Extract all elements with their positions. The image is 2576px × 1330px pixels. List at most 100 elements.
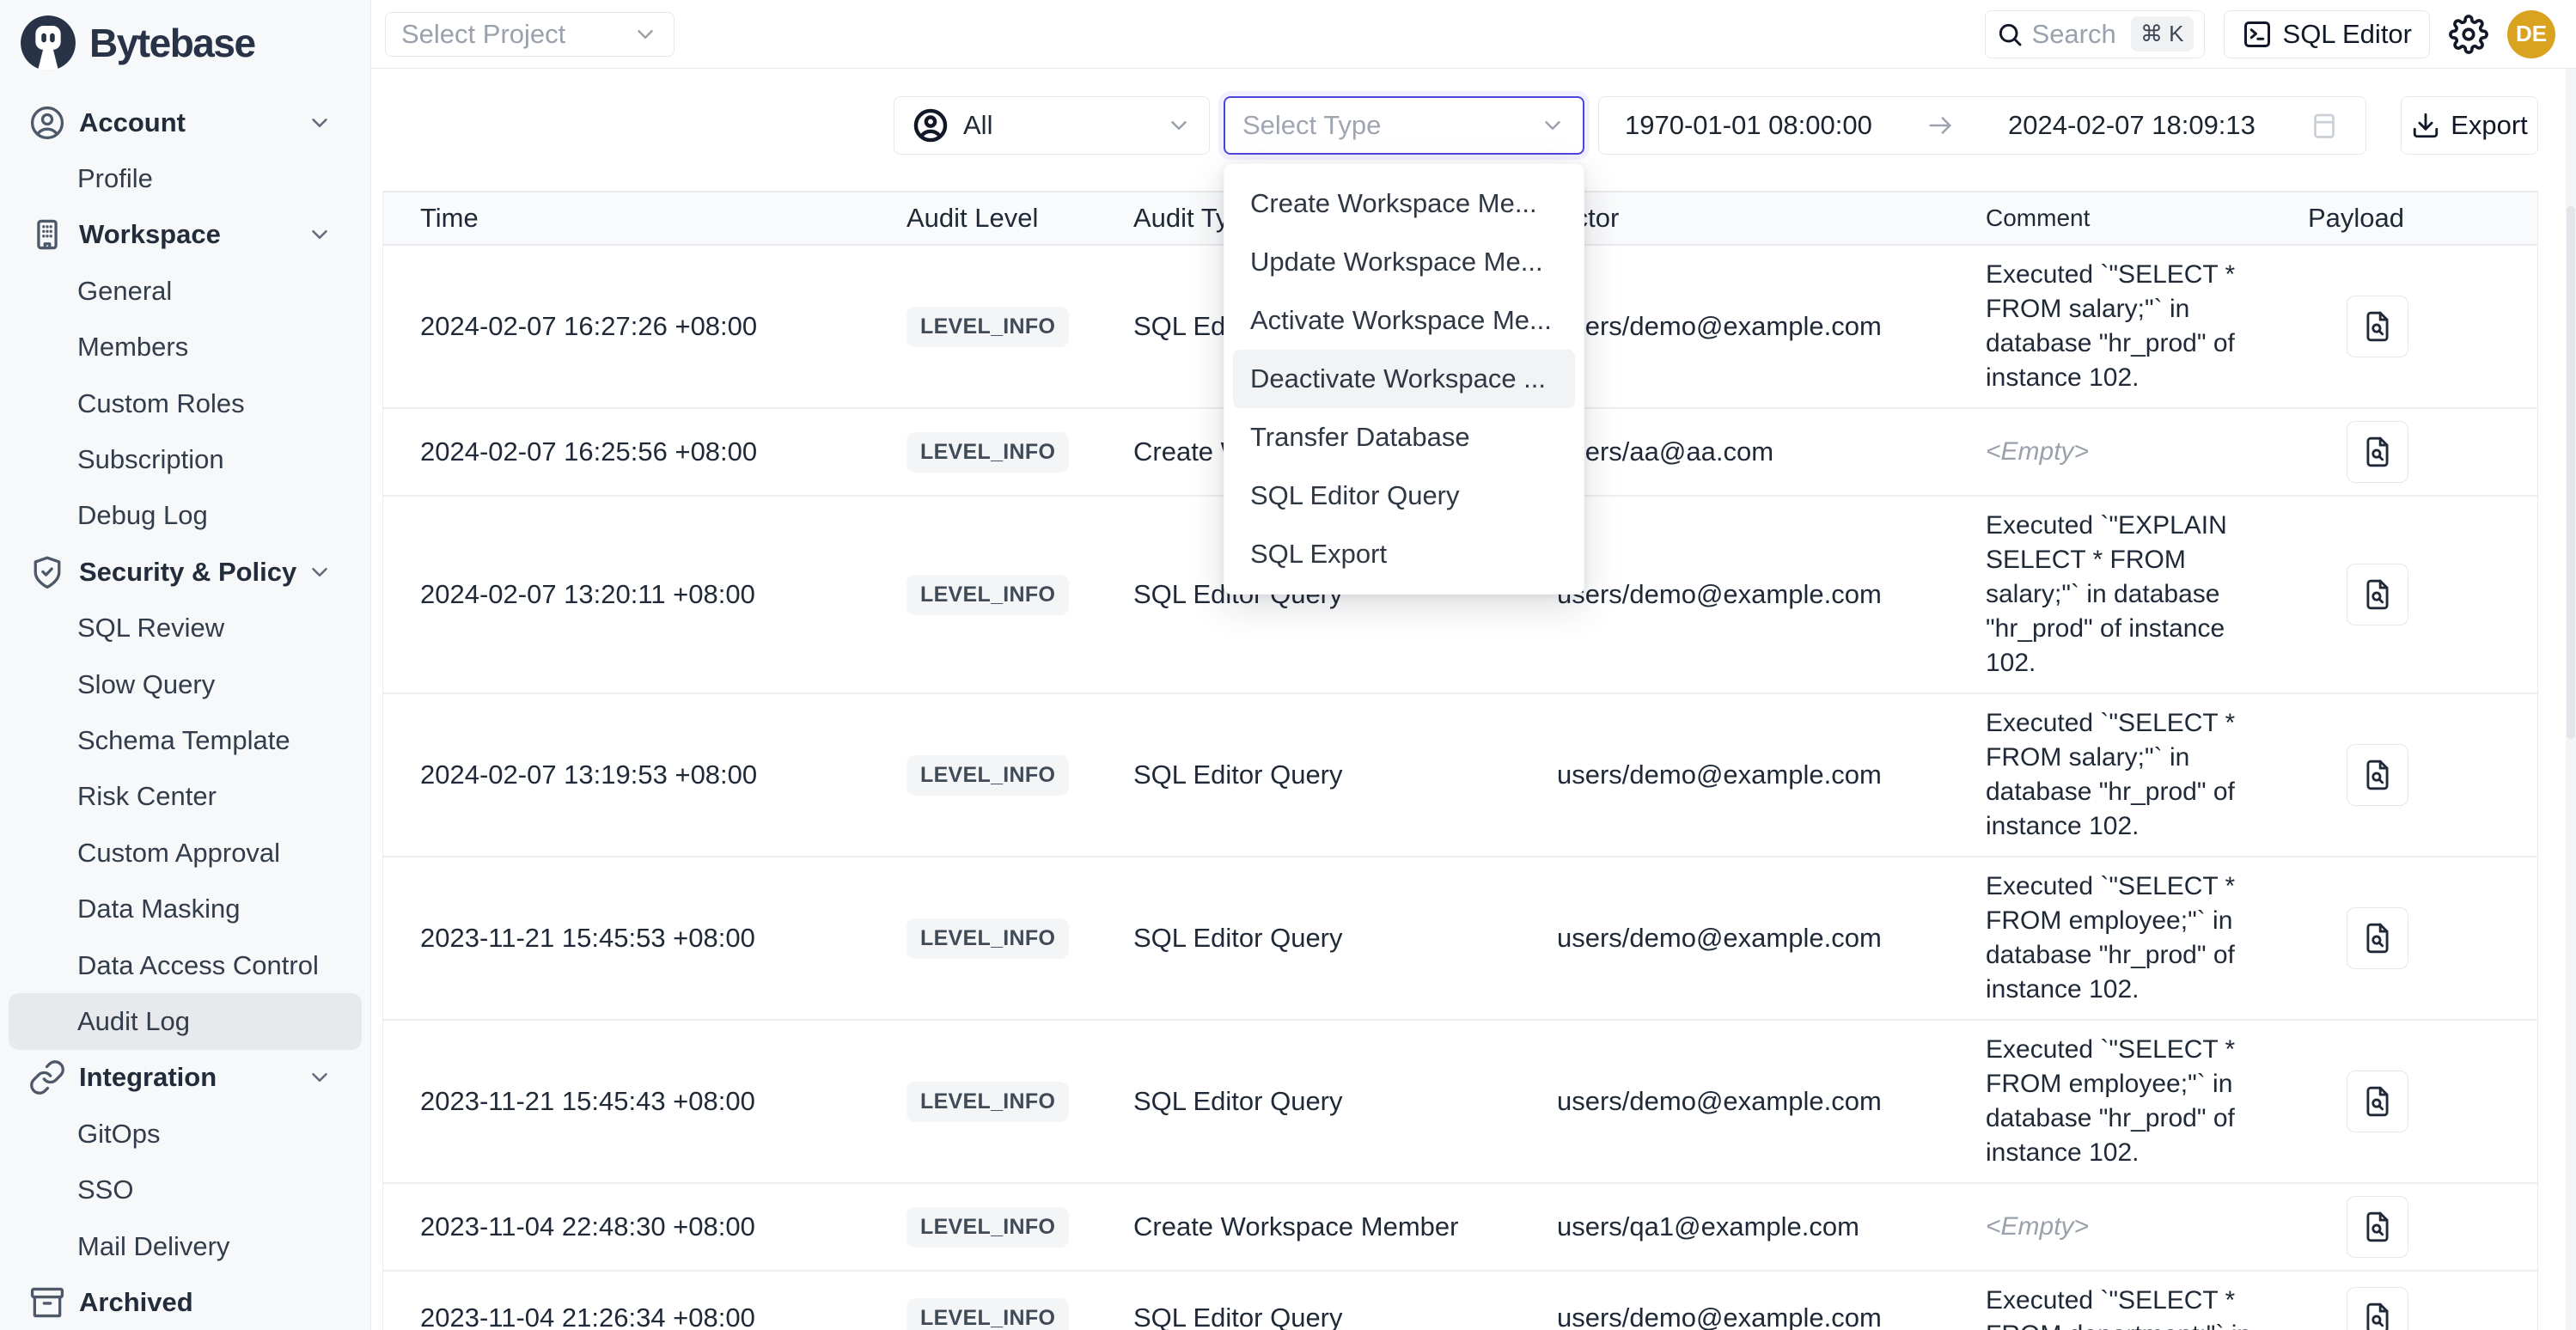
dropdown-option-sql-editor-query[interactable]: SQL Editor Query: [1233, 467, 1575, 525]
file-search-icon: [2361, 759, 2394, 791]
sidebar-item-schema-template[interactable]: Schema Template: [0, 712, 370, 768]
export-button[interactable]: Export: [2401, 96, 2538, 155]
column-header-actor: Actor: [1552, 203, 1977, 234]
file-search-icon: [2361, 436, 2394, 468]
sidebar-item-security-policy[interactable]: Security & Policy: [0, 544, 370, 600]
download-icon: [2411, 111, 2440, 140]
sidebar-item-debug-log[interactable]: Debug Log: [0, 488, 370, 544]
payload-view-button[interactable]: [2347, 1287, 2408, 1330]
table-row: 2023-11-21 15:45:43 +08:00 LEVEL_INFO SQ…: [383, 1021, 2537, 1184]
chevron-down-icon: [632, 21, 658, 47]
dropdown-option-deactivate-workspace-member[interactable]: Deactivate Workspace ...: [1233, 350, 1575, 408]
vertical-scrollbar[interactable]: [2566, 69, 2576, 1330]
sidebar-item-members[interactable]: Members: [0, 320, 370, 375]
chevron-down-icon: [307, 559, 333, 585]
sidebar-item-account[interactable]: Account: [0, 95, 370, 150]
logo[interactable]: Bytebase: [0, 0, 370, 70]
sidebar-item-custom-roles[interactable]: Custom Roles: [0, 375, 370, 431]
type-filter-placeholder: Select Type: [1242, 110, 1381, 141]
chevron-down-icon: [307, 1065, 333, 1090]
file-search-icon: [2361, 1085, 2394, 1118]
sidebar-item-subscription[interactable]: Subscription: [0, 431, 370, 487]
payload-view-button[interactable]: [2347, 296, 2408, 357]
topbar: Select Project Search ⌘ K SQL Editor DE: [371, 0, 2576, 69]
payload-view-button[interactable]: [2347, 564, 2408, 625]
search-icon: [1996, 21, 2024, 48]
sidebar-item-sql-review[interactable]: SQL Review: [0, 601, 370, 656]
sidebar-item-slow-query[interactable]: Slow Query: [0, 656, 370, 712]
sidebar-nav: Account Profile Workspace General Member…: [0, 95, 370, 1330]
sql-editor-button[interactable]: SQL Editor: [2224, 10, 2430, 58]
date-end: 2024-02-07 18:09:13: [2008, 110, 2256, 141]
level-badge: LEVEL_INFO: [906, 1207, 1069, 1248]
level-badge: LEVEL_INFO: [906, 918, 1069, 959]
archive-icon: [28, 1284, 66, 1321]
column-header-audit-level: Audit Level: [894, 203, 1126, 234]
sidebar-item-workspace[interactable]: Workspace: [0, 207, 370, 263]
level-badge: LEVEL_INFO: [906, 1082, 1069, 1122]
sidebar-item-profile[interactable]: Profile: [0, 150, 370, 206]
payload-view-button[interactable]: [2347, 744, 2408, 806]
file-search-icon: [2361, 310, 2394, 343]
sidebar-item-custom-approval[interactable]: Custom Approval: [0, 825, 370, 881]
level-badge: LEVEL_INFO: [906, 755, 1069, 796]
type-filter-select[interactable]: Select Type: [1224, 96, 1584, 155]
search-placeholder: Search: [2032, 19, 2116, 50]
chevron-down-icon: [1540, 113, 1566, 138]
terminal-icon: [2242, 19, 2273, 50]
chevron-down-icon: [307, 110, 333, 136]
payload-view-button[interactable]: [2347, 1071, 2408, 1132]
bytebase-app: Bytebase Account Profile Workspace Gener…: [0, 0, 2576, 1330]
project-select[interactable]: Select Project: [385, 12, 675, 57]
sidebar-item-data-access-control[interactable]: Data Access Control: [0, 937, 370, 993]
level-badge: LEVEL_INFO: [906, 307, 1069, 347]
table-row: 2024-02-07 13:19:53 +08:00 LEVEL_INFO SQ…: [383, 694, 2537, 857]
bytebase-logo-icon: [21, 15, 76, 70]
file-search-icon: [2361, 922, 2394, 955]
column-header-time: Time: [383, 203, 894, 234]
sidebar-item-risk-center[interactable]: Risk Center: [0, 769, 370, 825]
column-header-comment: Comment: [1977, 204, 2286, 232]
dropdown-option-activate-workspace-member[interactable]: Activate Workspace Me...: [1233, 291, 1575, 350]
chevron-down-icon: [307, 222, 333, 247]
gear-icon[interactable]: [2449, 15, 2488, 54]
link-icon: [28, 1059, 66, 1096]
sidebar: Bytebase Account Profile Workspace Gener…: [0, 0, 371, 1330]
sidebar-item-sso[interactable]: SSO: [0, 1162, 370, 1217]
search-input[interactable]: Search ⌘ K: [1985, 10, 2205, 58]
building-icon: [28, 216, 66, 253]
type-filter-dropdown: Create Workspace Me... Update Workspace …: [1224, 163, 1584, 595]
sidebar-item-general[interactable]: General: [0, 263, 370, 319]
table-row: 2023-11-04 21:26:34 +08:00 LEVEL_INFO SQ…: [383, 1272, 2537, 1330]
sidebar-item-archived[interactable]: Archived: [0, 1274, 370, 1330]
dropdown-option-create-workspace-member[interactable]: Create Workspace Me...: [1233, 174, 1575, 233]
sidebar-item-gitops[interactable]: GitOps: [0, 1106, 370, 1162]
column-header-payload: Payload: [2286, 203, 2539, 234]
payload-view-button[interactable]: [2347, 421, 2408, 483]
table-row: 2023-11-04 22:48:30 +08:00 LEVEL_INFO Cr…: [383, 1184, 2537, 1272]
date-start: 1970-01-01 08:00:00: [1625, 110, 1872, 141]
dropdown-option-sql-export[interactable]: SQL Export: [1233, 525, 1575, 583]
file-search-icon: [2361, 1211, 2394, 1243]
sidebar-item-integration[interactable]: Integration: [0, 1050, 370, 1106]
chevron-down-icon: [1166, 113, 1192, 138]
level-badge: LEVEL_INFO: [906, 1298, 1069, 1330]
sidebar-item-mail-delivery[interactable]: Mail Delivery: [0, 1218, 370, 1274]
filter-bar: All Select Type 1970-01-01 08:00:00 2024…: [894, 96, 2538, 155]
dropdown-option-update-workspace-member[interactable]: Update Workspace Me...: [1233, 233, 1575, 291]
search-shortcut-badge: ⌘ K: [2131, 16, 2194, 52]
calendar-icon: [2309, 110, 2340, 141]
dropdown-option-transfer-database[interactable]: Transfer Database: [1233, 408, 1575, 467]
sidebar-item-audit-log[interactable]: Audit Log: [9, 993, 362, 1049]
payload-view-button[interactable]: [2347, 1196, 2408, 1258]
brand-name: Bytebase: [89, 20, 255, 66]
date-range-picker[interactable]: 1970-01-01 08:00:00 2024-02-07 18:09:13: [1598, 96, 2366, 155]
scrollbar-thumb[interactable]: [2567, 206, 2575, 739]
level-badge: LEVEL_INFO: [906, 575, 1069, 615]
actor-filter-select[interactable]: All: [894, 96, 1210, 155]
avatar[interactable]: DE: [2507, 10, 2555, 58]
table-row: 2023-11-21 15:45:53 +08:00 LEVEL_INFO SQ…: [383, 857, 2537, 1021]
actor-filter-value: All: [963, 110, 992, 141]
payload-view-button[interactable]: [2347, 907, 2408, 969]
sidebar-item-data-masking[interactable]: Data Masking: [0, 881, 370, 936]
